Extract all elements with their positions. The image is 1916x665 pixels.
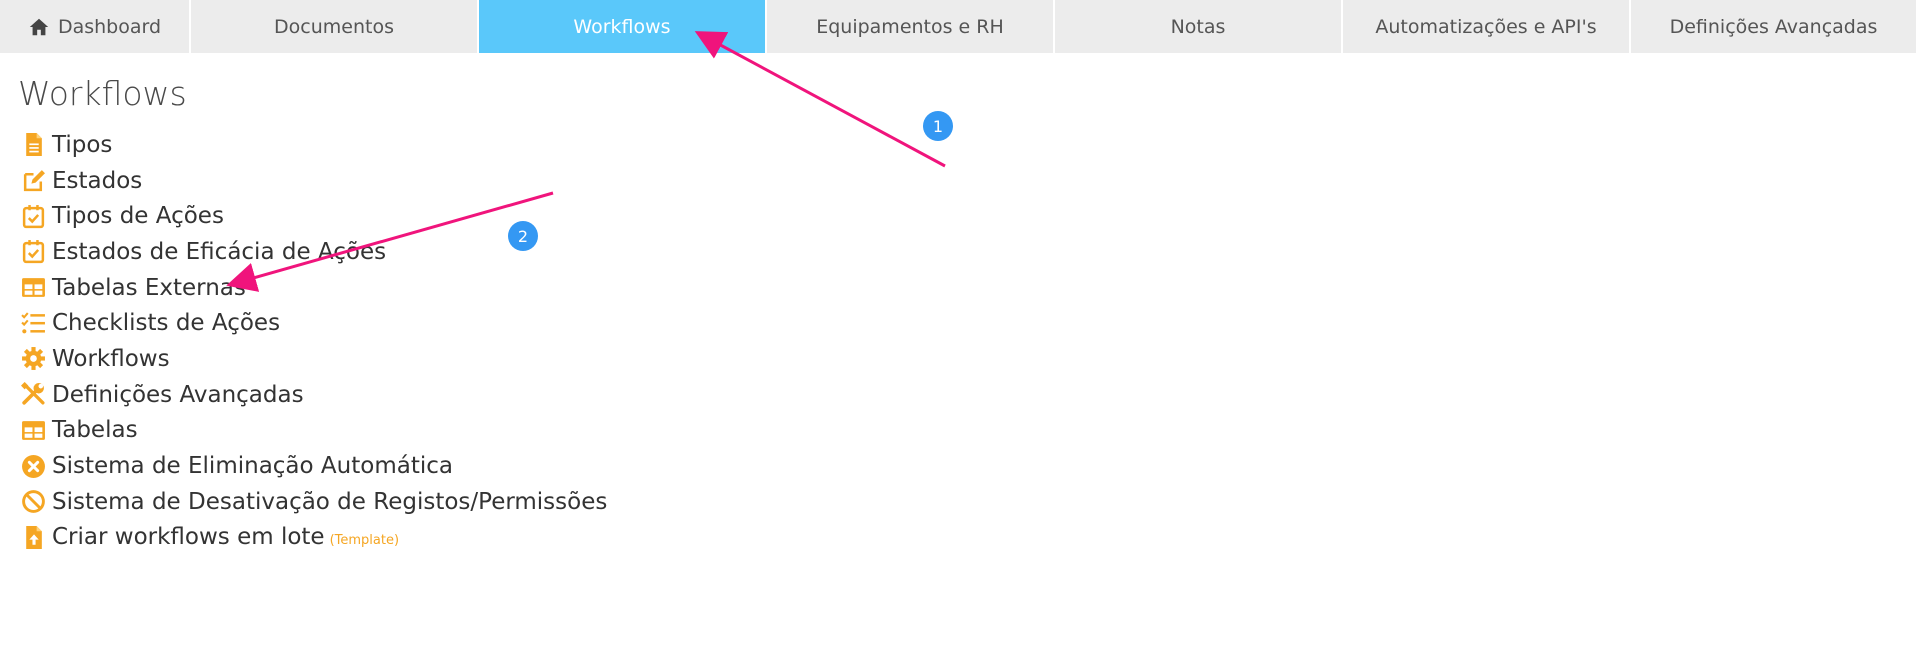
menu-item-eliminacao-automatica[interactable]: Sistema de Eliminação Automática [21,448,607,484]
menu-item-criar-workflows-lote[interactable]: Criar workflows em lote (Template) [21,520,607,556]
menu-item-workflows[interactable]: Workflows [21,341,607,377]
file-text-icon [21,132,46,157]
menu-item-tipos[interactable]: Tipos [21,127,607,163]
gear-icon [21,346,46,371]
tab-label: Workflows [573,15,671,38]
tab-documentos[interactable]: Documentos [191,0,479,53]
tab-workflows[interactable]: Workflows [479,0,767,53]
tab-label: Automatizações e API's [1375,15,1597,38]
menu-item-desativacao-registos[interactable]: Sistema de Desativação de Registos/Permi… [21,484,607,520]
checklist-icon [21,311,46,336]
home-icon [28,16,50,38]
annotation-badge-2: 2 [508,221,538,251]
tab-label: Definições Avançadas [1669,15,1878,38]
menu-item-label: Tipos [52,131,113,158]
tab-dashboard[interactable]: Dashboard [0,0,191,53]
template-link[interactable]: (Template) [330,533,399,548]
tab-label: Documentos [274,15,394,38]
workflows-menu: Tipos Estados Tipos de Ações Estados de … [21,127,607,555]
edit-icon [21,168,46,193]
tools-icon [21,382,46,407]
menu-item-label: Checklists de Ações [52,310,281,337]
menu-item-definicoes-avancadas[interactable]: Definições Avançadas [21,377,607,413]
file-upload-icon [21,525,46,550]
tab-automatizacoes-apis[interactable]: Automatizações e API's [1343,0,1631,53]
tab-label: Dashboard [57,15,162,38]
top-nav: Dashboard Documentos Workflows Equipamen… [0,0,1916,53]
menu-item-label: Tabelas Externas [52,274,246,301]
menu-item-label: Estados de Eficácia de Ações [52,238,387,265]
table-icon [21,275,46,300]
menu-item-label: Sistema de Desativação de Registos/Permi… [52,488,608,515]
menu-item-estados[interactable]: Estados [21,163,607,199]
menu-item-label: Sistema de Eliminação Automática [52,453,453,480]
calendar-check-icon [21,239,46,264]
annotation-arrow-1 [694,31,946,168]
menu-item-label: Workflows [52,345,170,372]
tab-equipamentos-rh[interactable]: Equipamentos e RH [767,0,1055,53]
tab-label: Equipamentos e RH [816,15,1004,38]
menu-item-label: Tabelas [52,417,138,444]
menu-item-label: Definições Avançadas [52,381,304,408]
menu-item-tabelas[interactable]: Tabelas [21,413,607,449]
times-circle-icon [21,454,46,479]
menu-item-checklists[interactable]: Checklists de Ações [21,305,607,341]
calendar-check-icon [21,204,46,229]
tab-notas[interactable]: Notas [1055,0,1343,53]
menu-item-label: Criar workflows em lote [52,524,325,551]
menu-item-label: Estados [52,167,143,194]
page-title: Workflows [18,74,187,113]
tab-label: Notas [1170,15,1226,38]
annotation-badge-1: 1 [923,111,953,141]
menu-item-tabelas-externas[interactable]: Tabelas Externas [21,270,607,306]
ban-icon [21,489,46,514]
table-icon [21,418,46,443]
tab-definicoes-avancadas[interactable]: Definições Avançadas [1631,0,1916,53]
menu-item-label: Tipos de Ações [52,203,224,230]
